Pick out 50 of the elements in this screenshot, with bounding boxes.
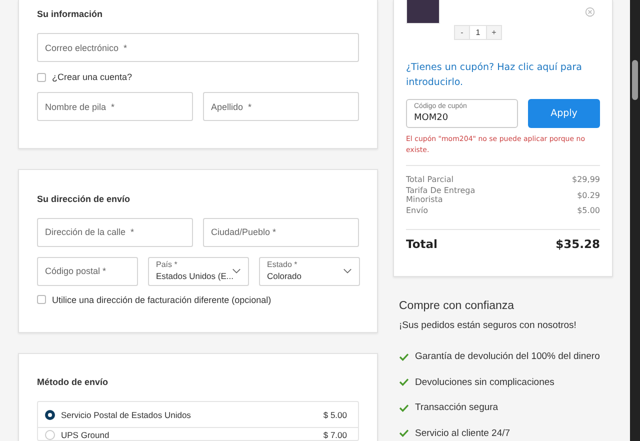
coupon-field-value: MOM20: [414, 112, 450, 125]
section-title: Su información: [37, 9, 104, 21]
total-value: $35.28: [556, 237, 600, 251]
increase-button[interactable]: +: [487, 26, 501, 39]
summary-label: Total Parcial: [406, 175, 454, 184]
summary-label: Tarifa De Entrega Minorista: [406, 186, 476, 204]
input-field[interactable]: Correo electrónico *: [37, 33, 359, 62]
option-price: $ 7.00: [323, 430, 347, 440]
option-price: $ 5.00: [323, 410, 347, 420]
checkmark-icon: [399, 352, 409, 361]
option-label: UPS Ground: [61, 430, 110, 440]
input-field[interactable]: Código postal *: [37, 256, 138, 286]
select-field[interactable]: País * Estados Unidos (E...: [148, 256, 249, 286]
select-label: Estado *: [267, 260, 298, 270]
radio-button[interactable]: [45, 410, 55, 420]
trust-item: Devoluciones sin complicaciones: [415, 376, 554, 388]
select-field[interactable]: Estado * Colorado: [259, 256, 360, 286]
input-field[interactable]: Apellido *: [203, 92, 359, 121]
input-field[interactable]: Ciudad/Pueblo *: [203, 218, 359, 246]
total-label: Total: [406, 237, 438, 251]
checkbox[interactable]: [37, 72, 46, 82]
checkmark-icon: [399, 429, 409, 438]
option-label: Servicio Postal de Estados Unidos: [61, 410, 192, 420]
input-field[interactable]: Nombre de pila *: [37, 92, 193, 121]
coupon-link[interactable]: ¿Tienes un cupón? Haz clic aquí para introducirlo.: [406, 60, 600, 90]
summary-value: $29,99: [572, 175, 600, 184]
checkbox-label: ¿Crear una cuenta?: [52, 72, 132, 82]
checkmark-icon: [399, 378, 409, 386]
trust-item: Transacción segura: [415, 402, 498, 414]
remove-icon[interactable]: [585, 7, 595, 17]
trust-item: Servicio al cliente 24/7: [415, 428, 510, 439]
section-title: Su dirección de envío: [37, 194, 132, 206]
checkmark-icon: [399, 404, 409, 412]
select-value: Colorado: [267, 270, 302, 282]
input-field[interactable]: Dirección de la calle *: [37, 218, 193, 246]
checkbox[interactable]: [37, 295, 46, 304]
chevron-down-icon: [232, 268, 241, 274]
decrease-button[interactable]: -: [455, 26, 469, 39]
summary-value: $5.00: [577, 206, 600, 215]
scrollbar[interactable]: [630, 0, 640, 441]
checkbox-label: Utilice una dirección de facturación diferente (opcional): [52, 294, 272, 304]
chevron-down-icon: [343, 268, 352, 274]
section-title: Método de envío: [37, 377, 110, 389]
trust-title: Compre con confianza: [399, 300, 516, 314]
select-label: País *: [156, 260, 178, 270]
trust-item: Garantía de devolución del 100% del dinero: [415, 351, 600, 362]
apply-button[interactable]: Apply: [528, 99, 600, 128]
summary-label: Envío: [406, 206, 429, 215]
trust-subtitle: ¡Sus pedidos están seguros con nosotros!: [399, 320, 578, 333]
summary-value: $0.29: [577, 190, 600, 200]
